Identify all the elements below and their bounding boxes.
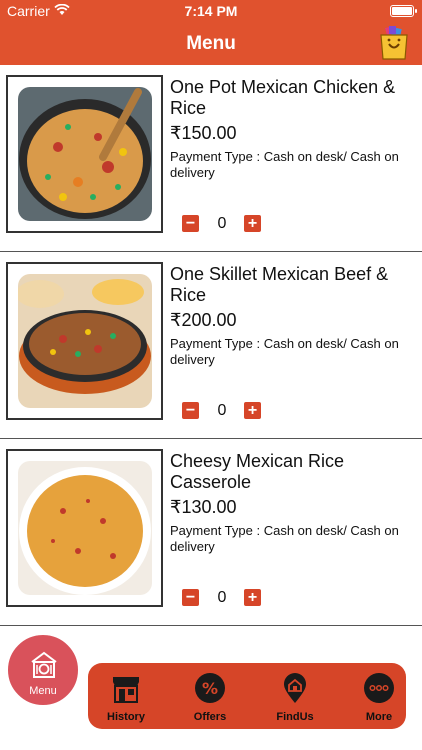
increase-quantity-button[interactable]: + xyxy=(244,402,261,419)
increase-quantity-button[interactable]: + xyxy=(244,215,261,232)
dish-photo-rice-casserole xyxy=(18,461,152,595)
menu-item[interactable]: One Skillet Mexican Beef & Rice ₹200.00 … xyxy=(0,252,422,439)
menu-item[interactable]: One Pot Mexican Chicken & Rice ₹150.00 P… xyxy=(0,65,422,252)
more-dots-icon xyxy=(364,673,394,703)
battery-icon xyxy=(390,5,417,17)
status-bar: Carrier 7:14 PM xyxy=(0,0,422,22)
decrease-quantity-button[interactable]: − xyxy=(182,589,199,606)
tab-offers[interactable]: % Offers xyxy=(175,663,245,729)
percent-icon: % xyxy=(195,673,225,703)
tab-findus-label: FindUs xyxy=(276,711,314,723)
payment-type: Payment Type : Cash on desk/ Cash on del… xyxy=(170,336,399,367)
tab-history-label: History xyxy=(107,711,145,723)
bottom-tab-bar: History % Offers FindUs More xyxy=(88,663,406,729)
tab-menu-label: Menu xyxy=(29,685,57,697)
shopping-bag-icon[interactable] xyxy=(378,26,410,60)
dish-photo-frame xyxy=(6,262,163,420)
tab-findus[interactable]: FindUs xyxy=(260,663,330,729)
tab-menu[interactable]: Menu xyxy=(3,630,83,710)
payment-type: Payment Type : Cash on desk/ Cash on del… xyxy=(170,523,399,554)
tab-more-label: More xyxy=(365,711,393,723)
dish-photo-beef-rice xyxy=(18,274,152,408)
tab-more[interactable]: More xyxy=(344,663,414,729)
location-pin-icon xyxy=(284,673,306,703)
dish-name: One Skillet Mexican Beef & Rice xyxy=(170,264,389,305)
nav-bar: Menu xyxy=(0,22,422,65)
tab-offers-label: Offers xyxy=(193,711,227,723)
quantity-value: 0 xyxy=(217,589,227,606)
decrease-quantity-button[interactable]: − xyxy=(182,402,199,419)
payment-type: Payment Type : Cash on desk/ Cash on del… xyxy=(170,149,399,180)
dish-name: Cheesy Mexican Rice Casserole xyxy=(170,451,345,492)
dish-photo-frame xyxy=(6,449,163,607)
dish-name: One Pot Mexican Chicken & Rice xyxy=(170,77,396,118)
restaurant-menu-icon xyxy=(31,651,57,678)
dish-photo-chicken-rice xyxy=(18,87,152,221)
dish-photo-frame xyxy=(6,75,163,233)
quantity-value: 0 xyxy=(217,402,227,419)
dish-price: ₹200.00 xyxy=(170,310,237,330)
menu-item[interactable]: Cheesy Mexican Rice Casserole ₹130.00 Pa… xyxy=(0,439,422,626)
page-title: Menu xyxy=(186,33,236,54)
menu-list: One Pot Mexican Chicken & Rice ₹150.00 P… xyxy=(0,65,422,626)
svg-text:%: % xyxy=(202,679,218,698)
storefront-icon xyxy=(113,677,139,703)
dish-price: ₹150.00 xyxy=(170,123,237,143)
decrease-quantity-button[interactable]: − xyxy=(182,215,199,232)
clock: 7:14 PM xyxy=(184,3,238,19)
dish-price: ₹130.00 xyxy=(170,497,237,517)
tab-history[interactable]: History xyxy=(91,663,161,729)
quantity-value: 0 xyxy=(217,215,227,232)
increase-quantity-button[interactable]: + xyxy=(244,589,261,606)
